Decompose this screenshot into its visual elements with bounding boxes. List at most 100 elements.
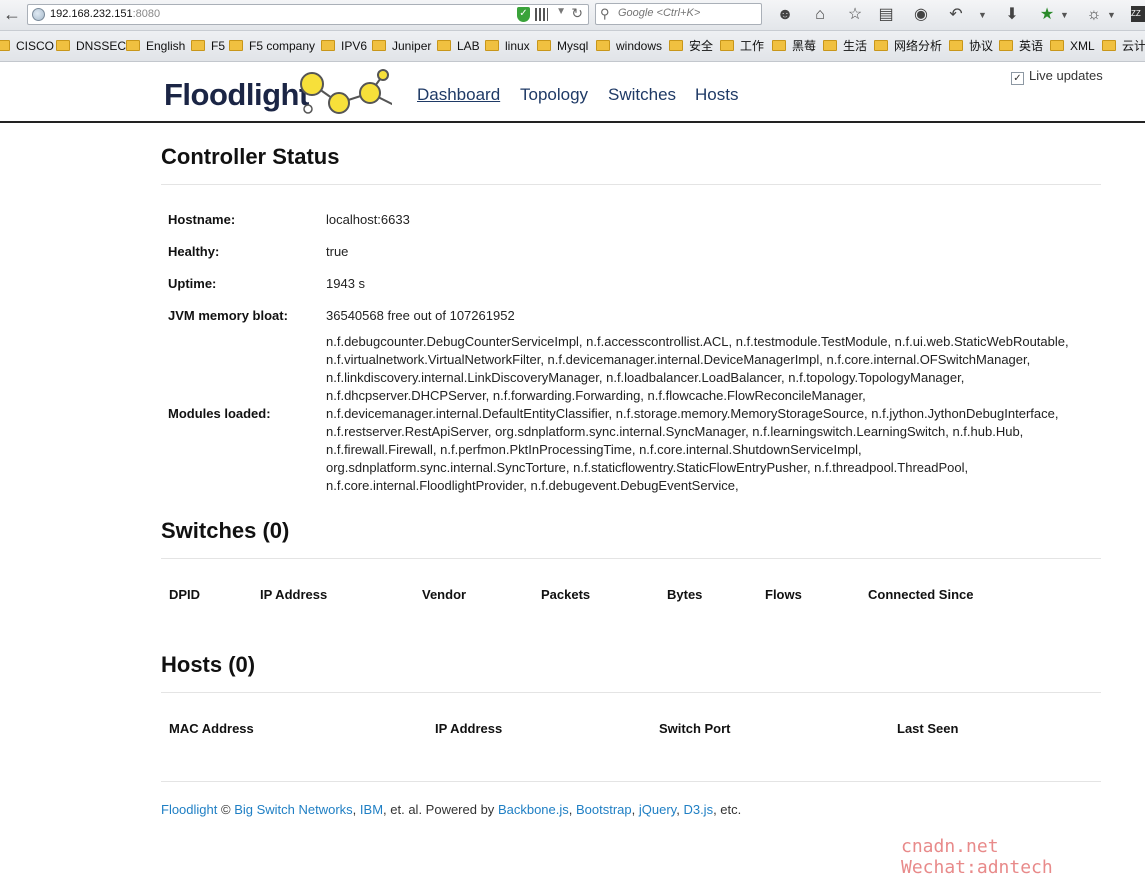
footer-link-d3[interactable]: D3.js	[683, 802, 713, 817]
divider	[161, 781, 1101, 782]
bookmark-item[interactable]: 协议	[949, 38, 993, 54]
controller-status-title: Controller Status	[161, 144, 340, 169]
hostname-label: Hostname:	[168, 212, 236, 227]
menu-globe-icon[interactable]: ☼	[1083, 4, 1105, 26]
jvm-memory-value: 36540568 free out of 107261952	[326, 308, 515, 323]
column-header-vendor[interactable]: Vendor	[422, 587, 466, 602]
folder-icon	[874, 40, 888, 51]
column-header-dpid[interactable]: DPID	[169, 587, 200, 602]
module-line: n.f.firewall.Firewall, n.f.perfmon.PktIn…	[326, 442, 862, 457]
live-updates-checkbox[interactable]: ✓	[1011, 72, 1024, 85]
footer-link-backbone[interactable]: Backbone.js	[498, 802, 569, 817]
bookmark-item[interactable]: F5	[191, 38, 225, 54]
addon-icon[interactable]: ☻	[774, 4, 796, 26]
url-bar[interactable]: 192.168.232.151:8080 ✓ ▼ ↻	[27, 4, 589, 25]
footer-text: ©	[217, 802, 235, 817]
bookmarks-bar: CISCO DNSSEC English F5 F5 company IPV6 …	[0, 31, 1145, 62]
reload-icon[interactable]: ↻	[571, 5, 583, 22]
menu-dropdown-icon[interactable]: ▼	[1107, 10, 1116, 20]
folder-icon	[56, 40, 70, 51]
column-header-bytes[interactable]: Bytes	[667, 587, 702, 602]
bookmark-item[interactable]: DNSSEC	[56, 38, 126, 54]
folder-icon	[372, 40, 386, 51]
profile-badge[interactable]: ZZ	[1131, 6, 1145, 22]
column-header-connected-since[interactable]: Connected Since	[868, 587, 973, 602]
footer-text: ,	[631, 802, 639, 817]
bookmark-item[interactable]: LAB	[437, 38, 480, 54]
bookmark-item[interactable]: 英语	[999, 38, 1043, 54]
extension-icon[interactable]: ★	[1036, 4, 1058, 26]
folder-icon	[772, 40, 786, 51]
bookmark-item[interactable]: 安全	[669, 38, 713, 54]
browser-toolbar: ← 192.168.232.151:8080 ✓ ▼ ↻ ⚲ ☻ ⌂ ☆ ▤ ◉…	[0, 0, 1145, 31]
live-updates-toggle[interactable]: ✓ Live updates	[1011, 68, 1103, 85]
undo-dropdown-icon[interactable]: ▼	[978, 10, 987, 20]
download-icon[interactable]: ⬇	[1001, 4, 1023, 26]
url-dropdown-icon[interactable]: ▼	[556, 6, 566, 17]
bookmark-item[interactable]: windows	[596, 38, 662, 54]
bookmark-item[interactable]: linux	[485, 38, 530, 54]
divider	[161, 184, 1101, 185]
site-identity-icon[interactable]	[32, 8, 45, 21]
search-input[interactable]	[618, 7, 758, 19]
column-header-ip-address[interactable]: IP Address	[260, 587, 327, 602]
column-header-flows[interactable]: Flows	[765, 587, 802, 602]
healthy-value: true	[326, 244, 349, 259]
footer-link-bootstrap[interactable]: Bootstrap	[576, 802, 632, 817]
shield-icon[interactable]: ✓	[517, 7, 530, 22]
column-header-packets[interactable]: Packets	[541, 587, 590, 602]
nav-topology[interactable]: Topology	[520, 85, 588, 105]
footer-link-big-switch[interactable]: Big Switch Networks	[234, 802, 352, 817]
divider	[161, 692, 1101, 693]
nav-switches[interactable]: Switches	[608, 85, 676, 105]
bookmark-item[interactable]: F5 company	[229, 38, 315, 54]
folder-icon	[669, 40, 683, 51]
footer-link-jquery[interactable]: jQuery	[639, 802, 676, 817]
module-line: n.f.devicemanager.internal.DefaultEntity…	[326, 406, 1059, 421]
extension-dropdown-icon[interactable]: ▼	[1060, 10, 1069, 20]
molecule-logo-icon	[300, 69, 392, 114]
bookmark-item[interactable]: 工作	[720, 38, 764, 54]
home-icon[interactable]: ⌂	[809, 4, 831, 26]
folder-icon	[720, 40, 734, 51]
search-icon: ⚲	[600, 6, 610, 21]
modules-label: Modules loaded:	[168, 406, 271, 421]
bookmark-item[interactable]: Juniper	[372, 38, 431, 54]
bookmark-item[interactable]: 云计	[1102, 38, 1145, 54]
nav-hosts[interactable]: Hosts	[695, 85, 738, 105]
folder-icon	[191, 40, 205, 51]
qr-code-icon[interactable]	[535, 8, 548, 21]
folder-icon	[485, 40, 499, 51]
column-header-switch-port[interactable]: Switch Port	[659, 721, 731, 736]
undo-icon[interactable]: ↶	[945, 4, 967, 26]
module-line: n.f.dhcpserver.DHCPServer, n.f.forwardin…	[326, 388, 866, 403]
footer-link-floodlight[interactable]: Floodlight	[161, 802, 217, 817]
folder-icon	[596, 40, 610, 51]
bookmark-item[interactable]: Mysql	[537, 38, 588, 54]
column-header-mac-address[interactable]: MAC Address	[169, 721, 254, 736]
healthy-label: Healthy:	[168, 244, 220, 259]
module-line: n.f.restserver.RestApiServer, org.sdnpla…	[326, 424, 1024, 439]
bookmark-item[interactable]: XML	[1050, 38, 1095, 54]
divider	[161, 558, 1101, 559]
column-header-ip-address[interactable]: IP Address	[435, 721, 502, 736]
footer-text: ,	[568, 802, 576, 817]
bookmark-item[interactable]: CISCO	[0, 38, 54, 54]
bookmark-item[interactable]: English	[126, 38, 185, 54]
bookmark-item[interactable]: IPV6	[321, 38, 367, 54]
pocket-icon[interactable]: ◉	[910, 4, 932, 26]
bookmark-item[interactable]: 网络分析	[874, 38, 942, 54]
column-header-last-seen[interactable]: Last Seen	[897, 721, 958, 736]
footer-link-ibm[interactable]: IBM	[360, 802, 383, 817]
bookmark-item[interactable]: 黑莓	[772, 38, 816, 54]
bookmark-star-icon[interactable]: ☆	[844, 4, 866, 26]
url-text[interactable]: 192.168.232.151:8080	[50, 8, 160, 20]
nav-dashboard[interactable]: Dashboard	[417, 85, 500, 105]
back-button[interactable]: ←	[0, 3, 24, 27]
bookmark-item[interactable]: 生活	[823, 38, 867, 54]
folder-icon	[321, 40, 335, 51]
reading-list-icon[interactable]: ▤	[875, 4, 897, 26]
floodlight-logo[interactable]: Floodlight	[164, 77, 309, 113]
uptime-value: 1943 s	[326, 276, 366, 291]
search-bar[interactable]: ⚲	[595, 3, 762, 25]
